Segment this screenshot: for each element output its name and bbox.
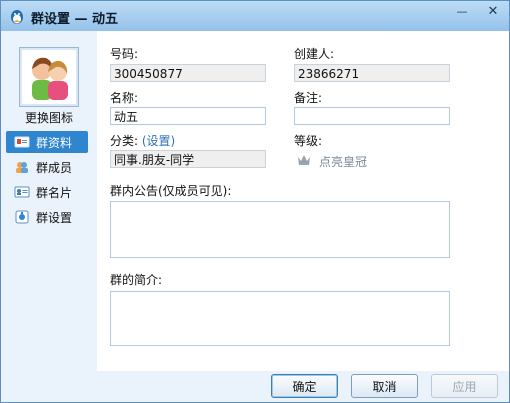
sidebar: 更换图标 群资料 群成员 群名片 群设置 — [1, 31, 97, 371]
sidebar-item-label: 群资料 — [36, 135, 73, 150]
category-label: 分类: (设置) — [110, 132, 175, 149]
qq-penguin-icon — [11, 10, 23, 24]
name-label: 名称: — [110, 91, 139, 105]
announcement-label: 群内公告(仅成员可见): — [110, 184, 232, 198]
window-title: 群设置 — 动五 — [31, 12, 119, 27]
category-settings-link[interactable]: (设置) — [142, 134, 175, 148]
change-icon-link[interactable]: 更换图标 — [17, 109, 81, 126]
group-people-icon — [32, 57, 68, 100]
footer-bar: 确定 取消 应用 — [1, 371, 509, 402]
group-name-field[interactable]: 动五 — [110, 107, 266, 125]
group-number-field: 300450877 — [110, 64, 266, 82]
minimize-icon: — — [456, 5, 468, 18]
creator-field: 23866271 — [294, 64, 450, 82]
close-icon: ✕ — [487, 4, 499, 19]
minimize-button[interactable]: — — [450, 3, 474, 20]
apply-button[interactable]: 应用 — [431, 374, 498, 398]
group-settings-window: 群设置 — 动五 — ✕ 更换图标 群资料 群成员 群名片 群设置 号码: 30… — [0, 0, 510, 403]
close-button[interactable]: ✕ — [481, 3, 505, 20]
cancel-button[interactable]: 取消 — [351, 374, 418, 398]
announcement-textarea[interactable] — [110, 201, 450, 258]
light-crown-link[interactable]: 点亮皇冠 — [319, 153, 367, 170]
sidebar-item-label: 群设置 — [36, 210, 73, 225]
group-avatar[interactable] — [19, 47, 79, 107]
intro-label: 群的简介: — [110, 273, 163, 287]
sidebar-item-label: 群名片 — [36, 185, 73, 200]
category-field: 同事.朋友-同学 — [110, 150, 266, 168]
settings-icon — [15, 210, 29, 224]
title-bar[interactable]: 群设置 — 动五 — ✕ — [1, 1, 509, 31]
ok-button[interactable]: 确定 — [271, 374, 338, 398]
group-profile-panel: 号码: 300450877 创建人: 23866271 名称: 动五 备注: 分… — [97, 31, 509, 371]
sidebar-item-group-settings[interactable]: 群设置 — [6, 206, 88, 228]
creator-label: 创建人: — [294, 47, 335, 61]
category-label-text: 分类: — [110, 134, 139, 148]
note-label: 备注: — [294, 91, 323, 105]
sidebar-item-group-profile[interactable]: 群资料 — [6, 131, 88, 153]
crown-icon — [298, 155, 310, 165]
level-label: 等级: — [294, 134, 323, 148]
sidebar-item-label: 群成员 — [36, 160, 73, 175]
sidebar-item-group-card[interactable]: 群名片 — [6, 181, 88, 203]
profile-card-icon — [14, 136, 30, 148]
intro-textarea[interactable] — [110, 291, 450, 346]
note-field[interactable] — [294, 107, 450, 125]
sidebar-item-group-members[interactable]: 群成员 — [6, 156, 88, 178]
members-icon — [16, 162, 28, 173]
number-label: 号码: — [110, 47, 139, 61]
name-card-icon — [14, 186, 30, 198]
